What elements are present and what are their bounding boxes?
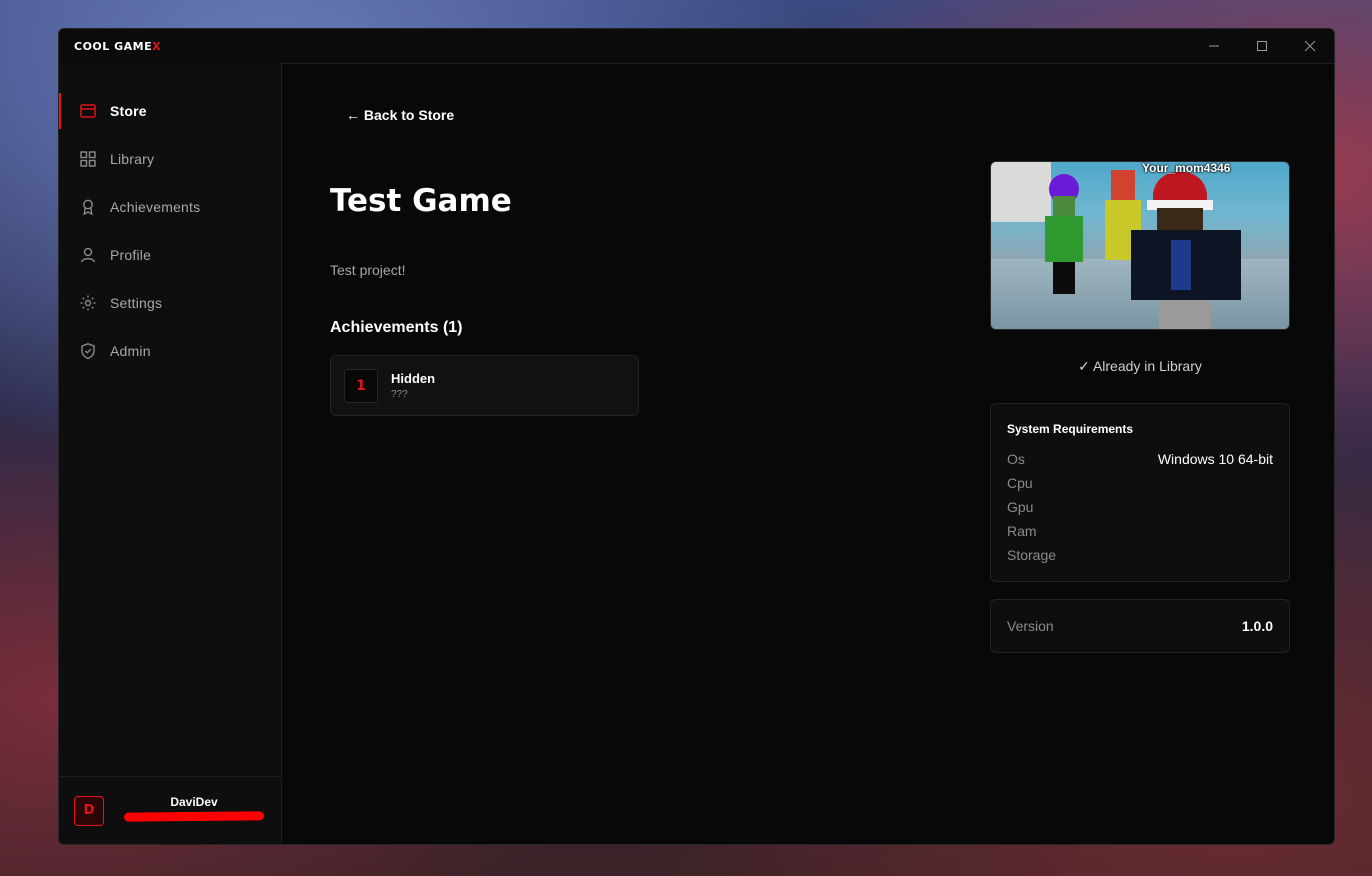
close-button[interactable] (1286, 29, 1334, 63)
requirement-row-cpu: Cpu (1007, 471, 1273, 495)
back-to-store-link[interactable]: ← Back to Store (346, 107, 454, 123)
achievement-name: Hidden (391, 371, 436, 386)
player-nametag: Your_mom4346 (1142, 161, 1231, 175)
user-icon (79, 246, 97, 264)
requirement-label: Os (1007, 451, 1025, 467)
close-icon (1304, 40, 1316, 52)
sidebar-item-library[interactable]: Library (59, 135, 281, 183)
requirement-label: Storage (1007, 547, 1057, 563)
version-value: 1.0.0 (1241, 618, 1273, 634)
avatar[interactable]: D (74, 795, 104, 826)
title-bar: COOL GAMEX (59, 29, 1334, 64)
maximize-button[interactable] (1238, 29, 1286, 63)
sidebar: Store Library Achievements Profile Setti… (59, 63, 282, 844)
sidebar-item-label: Store (110, 103, 147, 119)
app-brand: COOL GAMEX (74, 40, 161, 53)
system-requirements-panel: System Requirements Os Windows 10 64-bit… (990, 403, 1290, 582)
maximize-icon (1257, 41, 1267, 51)
requirement-row-os: Os Windows 10 64-bit (1007, 447, 1273, 471)
sidebar-item-label: Admin (110, 343, 151, 359)
username: DaviDev (170, 794, 218, 809)
app-window: COOL GAMEX Store Library Achievements Pr… (58, 28, 1335, 845)
requirement-label: Ram (1007, 523, 1037, 539)
minimize-button[interactable] (1190, 29, 1238, 63)
store-icon (79, 102, 97, 120)
sidebar-item-label: Achievements (110, 199, 201, 215)
minimize-icon (1209, 45, 1219, 47)
screenshot-wall (991, 162, 1051, 222)
sidebar-item-admin[interactable]: Admin (59, 327, 281, 375)
achievement-description: ??? (391, 389, 408, 400)
brand-accent: X (152, 39, 162, 53)
sidebar-item-store[interactable]: Store (59, 87, 281, 135)
sidebar-nav: Store Library Achievements Profile Setti… (59, 63, 281, 375)
game-screenshot[interactable]: Your_mom4346 (990, 161, 1290, 330)
shield-icon (79, 342, 97, 360)
main-content: ← Back to Store Test Game Test project! … (282, 63, 1334, 844)
sidebar-item-label: Settings (110, 295, 163, 311)
sidebar-item-achievements[interactable]: Achievements (59, 183, 281, 231)
user-panel[interactable]: D DaviDev (59, 776, 281, 844)
brand-name: COOL GAME (74, 39, 153, 53)
requirement-label: Cpu (1007, 475, 1033, 491)
requirements-title: System Requirements (1007, 422, 1134, 436)
game-description: Test project! (330, 262, 406, 278)
achievement-number-badge: 1 (344, 368, 378, 403)
library-status: ✓ Already in Library (1078, 358, 1202, 374)
sidebar-item-label: Profile (110, 247, 152, 263)
award-icon (79, 198, 97, 216)
gear-icon (79, 294, 97, 312)
window-controls (1190, 29, 1334, 63)
achievement-text: Hidden ??? (391, 371, 435, 400)
redaction-mark (123, 810, 265, 822)
requirement-row-gpu: Gpu (1007, 495, 1273, 519)
screenshot-figure (1043, 174, 1085, 294)
version-label: Version (1007, 618, 1054, 634)
requirement-label: Gpu (1007, 499, 1034, 515)
sidebar-item-settings[interactable]: Settings (59, 279, 281, 327)
game-sidebar-panel: Your_mom4346 ✓ Already in Library System… (990, 161, 1290, 653)
sidebar-item-profile[interactable]: Profile (59, 231, 281, 279)
page-title: Test Game (330, 183, 512, 219)
requirement-row-ram: Ram (1007, 519, 1273, 543)
username-area: DaviDev (123, 791, 265, 831)
achievement-card[interactable]: 1 Hidden ??? (330, 355, 639, 416)
version-panel: Version 1.0.0 (990, 599, 1290, 653)
screenshot-figure (1131, 172, 1251, 329)
grid-icon (79, 150, 97, 168)
achievements-heading: Achievements (1) (330, 319, 463, 336)
sidebar-item-label: Library (110, 151, 155, 167)
requirement-row-storage: Storage (1007, 543, 1273, 567)
requirement-value: Windows 10 64-bit (1157, 451, 1273, 467)
